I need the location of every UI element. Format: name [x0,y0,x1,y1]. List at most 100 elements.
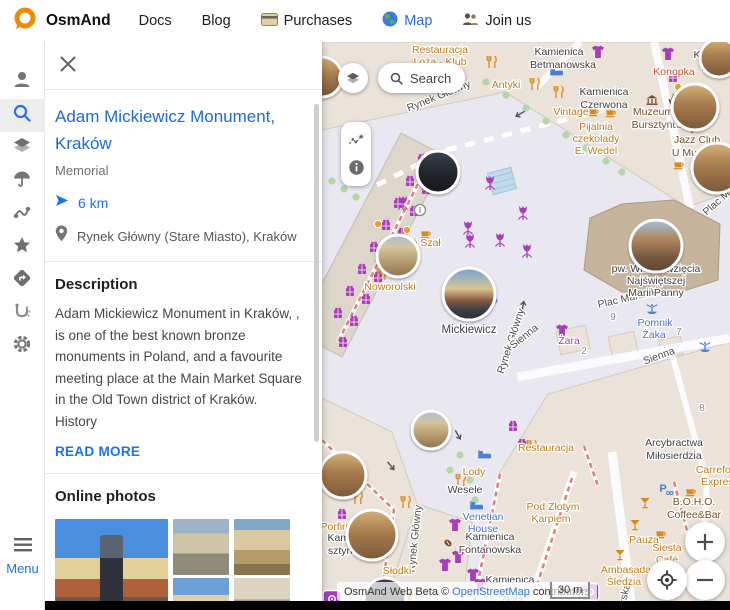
map-label: Vintage [553,106,589,118]
map-label: Wesele [448,484,483,496]
tree-icon [456,451,463,458]
search-result-panel: Adam Mickiewicz Monument, Kraków Memoria… [45,42,322,610]
photo-thumbnail[interactable] [234,519,290,575]
description-heading: Description [55,276,312,293]
photo-thumbnail[interactable] [55,519,168,610]
panel-scrollbar[interactable] [314,104,319,442]
close-icon[interactable] [58,54,78,79]
map-label: Kamienica [534,46,583,58]
mickiewicz-photo-marker[interactable] [443,268,495,320]
star-icon [10,233,34,262]
dot-icon [374,220,381,227]
sidebar-item-settings[interactable] [0,330,45,363]
nav-join-us[interactable]: Join us [462,12,531,30]
track-tool-icon[interactable] [347,132,365,148]
locate-me-button[interactable] [647,560,687,600]
map-container[interactable]: PP♪i Rynek GłównyRynek GłównyRynek Główn… [322,42,730,610]
tree-icon [502,91,509,98]
divider [45,261,322,262]
map-label: czekolady [573,133,620,145]
sidebar-menu-button[interactable]: Menu [0,538,45,576]
photo-marker[interactable] [417,151,459,193]
hamburger-icon [13,538,33,557]
plan-route-icon [10,299,34,328]
online-photos-heading: Online photos [55,488,312,505]
map-label: 2 [581,346,587,357]
account-icon [10,68,34,97]
sidebar-item-layers[interactable] [0,132,45,165]
map-label: Betmanowska [530,59,596,71]
map-scale: 30 m [550,582,590,599]
address-value: Rynek Główny (Stare Miasto), Kraków [77,229,297,244]
infoc-icon: i [415,205,426,216]
map-label: Mickiewicz [442,324,497,336]
sidebar-item-favorites[interactable] [0,231,45,264]
map-globe-icon [382,11,398,31]
join-us-people-icon [462,12,479,30]
poi-category: Memorial [55,163,312,178]
nav-links: Docs Blog Purchases Map Join us [139,11,532,31]
description-text: Adam Mickiewicz Monument in Kraków, , is… [55,303,310,432]
sidebar-item-plan-route[interactable] [0,297,45,330]
nav-blog[interactable]: Blog [202,13,231,29]
read-more-link[interactable]: READ MORE [55,444,140,459]
map-label: Muzeum [633,106,674,118]
photo-marker[interactable] [412,411,450,449]
map-label: Słodki [383,565,412,577]
tree-icon [340,185,347,192]
map-search-button[interactable]: Search [378,63,465,93]
map-label: Carrefour [696,464,730,476]
nav-docs[interactable]: Docs [139,13,172,29]
photo-marker[interactable] [630,220,682,272]
photo-marker[interactable] [672,84,718,130]
tree-icon [328,177,335,184]
map-label: E. Wedel [575,145,617,157]
dot-icon [403,226,410,233]
map-label: Coffee&Bar [667,509,722,521]
map-label: Fontanowska [459,544,522,556]
map-layers-button[interactable] [338,63,368,93]
zoom-out-button[interactable] [685,560,725,600]
info-tool-icon[interactable] [348,159,365,176]
zoom-in-button[interactable] [685,522,725,562]
tree-icon [562,131,569,138]
tree-icon [542,117,549,124]
tree-icon [352,193,359,200]
map-label: Siesta [652,542,681,554]
photo-marker[interactable] [692,143,730,193]
sidebar-item-weather[interactable] [0,165,45,198]
search-icon [11,102,33,129]
photo-grid [55,519,312,610]
photo-marker[interactable] [347,510,397,560]
divider [45,89,322,90]
sidebar-item-search[interactable] [0,99,45,132]
direction-arrow-icon [55,194,69,212]
map-tool-stack [341,122,371,186]
map-canvas[interactable]: PP♪i Rynek GłównyRynek GłównyRynek Główn… [322,42,730,610]
map-label: Karpiem [531,513,570,525]
osmand-brand[interactable]: OsmAnd [13,7,111,36]
sidebar-item-navigation[interactable] [0,264,45,297]
map-label: Pijalnia [579,121,613,133]
openstreetmap-link[interactable]: OpenStreetMap [452,586,530,598]
sidebar-item-tracks[interactable] [0,198,45,231]
tree-icon [618,168,625,175]
photo-marker[interactable] [377,235,419,277]
umbrella-icon [10,167,34,196]
photo-marker[interactable] [700,42,730,77]
directions-icon [10,266,34,295]
gear-icon [10,332,34,361]
map-label: House [468,523,499,535]
sidebar-rail: Menu [0,42,45,610]
map-label: Lody [463,466,487,478]
sidebar-item-account[interactable] [0,66,45,99]
map-label: Pod Złotym [526,501,579,513]
photo-marker[interactable] [322,452,366,498]
map-label: Noworolski [364,281,415,293]
nav-map[interactable]: Map [382,11,432,31]
photo-thumbnail[interactable] [173,519,229,575]
map-label: Śledzia [607,575,642,588]
map-label: Antyki [492,79,521,91]
layers-icon [10,134,34,163]
nav-purchases[interactable]: Purchases [261,13,353,30]
